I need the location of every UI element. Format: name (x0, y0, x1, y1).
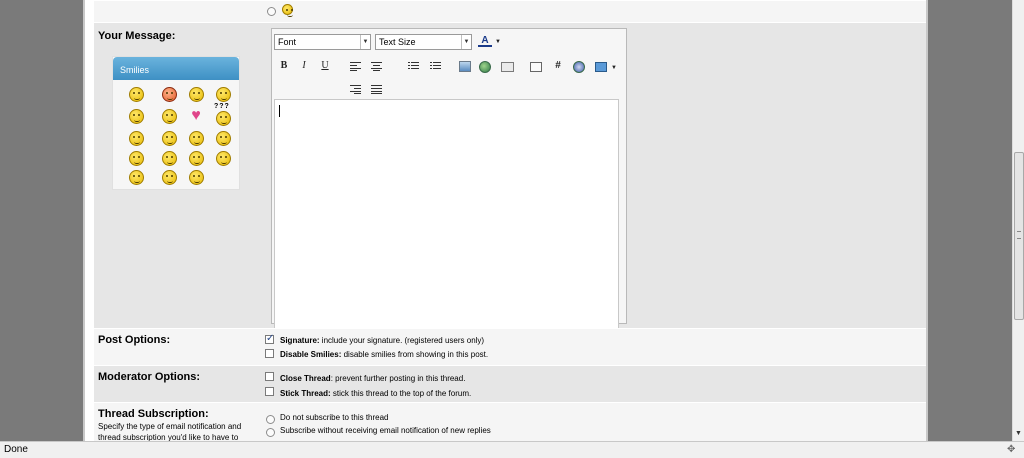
align-right-icon[interactable] (350, 85, 361, 94)
align-justify-icon[interactable] (371, 85, 382, 94)
align-center-icon[interactable] (371, 62, 382, 71)
stick-thread-checkbox[interactable] (265, 387, 274, 396)
disable-smilies-option: Disable Smilies: disable smilies from sh… (280, 350, 488, 359)
thread-subscription-label: Thread Subscription: (98, 408, 209, 420)
italic-button[interactable]: I (297, 59, 311, 73)
rolleyes-icon[interactable] (129, 170, 144, 185)
close-thread-option-title: Close Thread (280, 374, 331, 383)
signature-option-desc: include your signature. (registered user… (321, 336, 485, 345)
smile-icon[interactable] (189, 87, 204, 102)
question-icon[interactable]: ??? (214, 103, 230, 110)
insert-link-icon[interactable] (479, 61, 491, 73)
disable-smilies-option-title: Disable Smilies: (280, 350, 342, 359)
no-subscribe-radio[interactable] (266, 415, 275, 424)
post-icon-radio[interactable] (267, 7, 276, 16)
post-icon-row (94, 0, 926, 22)
font-select-value: Font (278, 37, 297, 47)
message-row: Your Message: Smilies ♥ ??? Font ▼ Text … (94, 22, 926, 337)
redface-icon[interactable] (162, 151, 177, 166)
align-left-icon[interactable] (350, 62, 361, 71)
font-color-icon[interactable]: A (478, 34, 492, 47)
insert-video-icon[interactable] (595, 62, 607, 72)
tongue-icon[interactable] (129, 151, 144, 166)
page-gutter-right (928, 0, 1012, 441)
eek-icon[interactable] (189, 131, 204, 146)
status-text: Done (4, 444, 28, 455)
chevron-down-icon: ▼ (461, 35, 471, 49)
message-editor: Font ▼ Text Size ▼ A ▼ B I U # ▼ (271, 28, 627, 337)
blush-icon[interactable] (162, 170, 177, 185)
text-caret (279, 105, 280, 117)
biggrin-icon[interactable] (216, 131, 231, 146)
close-thread-option: Close Thread: prevent further posting in… (280, 374, 465, 383)
php-code-icon[interactable] (573, 61, 585, 73)
hash-button[interactable]: # (551, 59, 565, 73)
signature-option-title: Signature: (280, 336, 320, 345)
question-face-icon[interactable] (216, 111, 231, 126)
sleepy-icon[interactable] (189, 170, 204, 185)
insert-email-icon[interactable] (501, 62, 514, 72)
stick-thread-option: Stick Thread: stick this thread to the t… (280, 389, 471, 398)
heart-icon[interactable]: ♥ (189, 108, 203, 124)
frown-icon[interactable] (216, 87, 231, 102)
message-textarea[interactable] (274, 99, 619, 337)
size-select-value: Text Size (379, 37, 416, 47)
bold-button[interactable]: B (277, 59, 291, 73)
post-options-row: Post Options: Signature: include your si… (94, 328, 926, 365)
ordered-list-icon[interactable] (408, 62, 419, 71)
scrollbar-grip-icon (1017, 231, 1021, 239)
subscribe-no-email-radio[interactable] (266, 428, 275, 437)
font-select[interactable]: Font ▼ (274, 34, 371, 50)
unordered-list-icon[interactable] (430, 62, 441, 71)
insert-image-icon[interactable] (459, 61, 471, 72)
signature-checkbox[interactable] (265, 333, 274, 344)
browser-status-bar: Done ✥ (0, 441, 1024, 458)
close-thread-checkbox[interactable] (265, 372, 274, 381)
thread-subscription-row: Thread Subscription: Specify the type of… (94, 402, 926, 442)
cool-icon[interactable] (129, 109, 144, 124)
moderator-options-row: Moderator Options: Close Thread: prevent… (94, 365, 926, 402)
message-label: Your Message: (98, 30, 176, 42)
stick-thread-option-title: Stick Thread: (280, 389, 331, 398)
grin-icon[interactable] (189, 151, 204, 166)
scroll-down-arrow-icon[interactable]: ▼ (1013, 427, 1024, 440)
smilies-panel: Smilies ♥ ??? (112, 56, 240, 190)
resize-grip-icon[interactable]: ✥ (1007, 444, 1019, 456)
signature-option: Signature: include your signature. (regi… (280, 336, 484, 345)
no-subscribe-option: Do not subscribe to this thread (280, 413, 389, 422)
underline-button[interactable]: U (318, 59, 332, 73)
smile-icon (282, 4, 293, 17)
wink-icon[interactable] (162, 131, 177, 146)
vertical-scrollbar[interactable]: ▼ (1012, 0, 1024, 441)
subscribe-no-email-option: Subscribe without receiving email notifi… (280, 426, 491, 435)
page-gutter-left (0, 0, 83, 441)
smilies-title: Smilies (113, 57, 239, 80)
post-options-label: Post Options: (98, 334, 171, 346)
chevron-down-icon[interactable]: ▼ (607, 61, 621, 75)
chevron-down-icon: ▼ (360, 35, 370, 49)
thread-subscription-description: Specify the type of email notification a… (98, 422, 242, 442)
laugh-icon[interactable] (216, 151, 231, 166)
chevron-down-icon[interactable]: ▼ (491, 35, 505, 49)
size-select[interactable]: Text Size ▼ (375, 34, 472, 50)
exclamation-icon[interactable] (162, 109, 177, 124)
disable-smilies-checkbox[interactable] (265, 349, 274, 358)
mad-icon[interactable] (162, 87, 177, 102)
stick-thread-option-desc: stick this thread to the top of the foru… (332, 389, 472, 398)
disable-smilies-option-desc: disable smilies from showing in this pos… (343, 350, 489, 359)
reply-form-page: Your Message: Smilies ♥ ??? Font ▼ Text … (85, 0, 926, 442)
confused-icon[interactable] (129, 87, 144, 102)
moderator-options-label: Moderator Options: (98, 371, 201, 383)
close-thread-option-desc: : prevent further posting in this thread… (330, 374, 466, 383)
scrollbar-thumb[interactable] (1014, 152, 1024, 320)
idea-icon[interactable] (129, 131, 144, 146)
quote-icon[interactable] (530, 62, 542, 72)
